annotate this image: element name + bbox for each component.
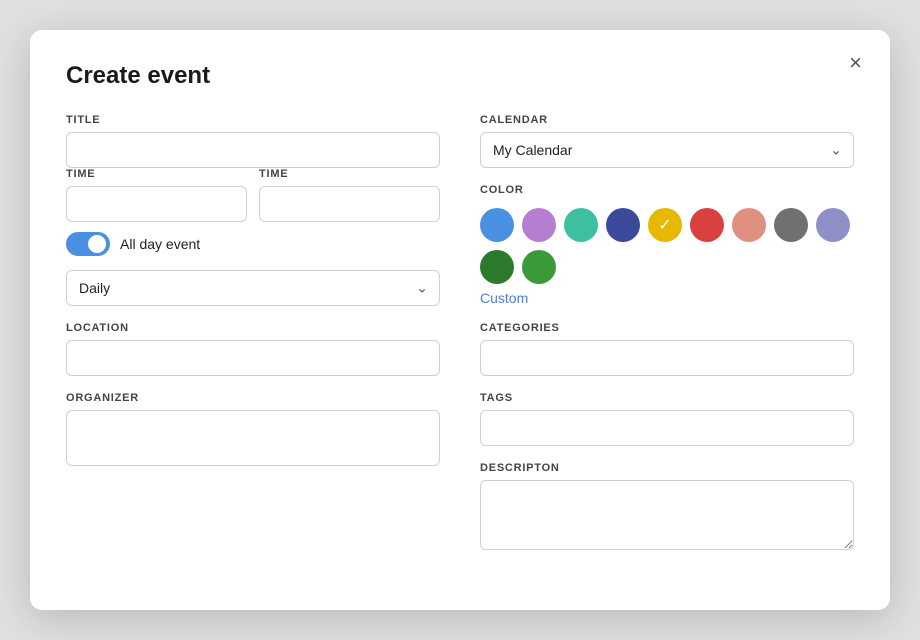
close-button[interactable]: × [849,52,862,74]
color-swatch-teal[interactable] [564,208,598,242]
custom-color-link[interactable]: Custom [480,290,854,306]
modal-title: Create event [66,62,854,90]
title-input[interactable] [66,132,440,168]
repeat-wrapper: Daily Weekly Monthly Yearly Never ⌄ [66,270,440,306]
left-column: TITLE TIME October 24, 2024 TIME October… [66,114,440,550]
color-swatch-red[interactable] [690,208,724,242]
location-label: LOCATION [66,322,440,334]
color-swatch-salmon[interactable] [732,208,766,242]
time-end-input[interactable]: October 24, 2024 [259,186,440,222]
title-label: TITLE [66,114,440,126]
organizer-input[interactable] [66,410,440,466]
description-label: DESCRIPTON [480,462,854,474]
time-start-input[interactable]: October 24, 2024 [66,186,247,222]
repeat-select-wrapper: Daily Weekly Monthly Yearly Never ⌄ [66,270,440,306]
color-swatch-blue[interactable] [480,208,514,242]
categories-label: CATEGORIES [480,322,854,334]
allday-row: All day event [66,232,440,256]
color-swatch-navy[interactable] [606,208,640,242]
tags-label: TAGS [480,392,854,404]
toggle-slider [66,232,110,256]
color-swatch-gold[interactable]: ✓ [648,208,682,242]
color-swatch-dark-green[interactable] [480,250,514,284]
calendar-select-wrapper: My Calendar Work Personal ⌄ [480,132,854,168]
create-event-modal: Create event × TITLE TIME October 24, 20… [30,30,890,610]
right-column: CALENDAR My Calendar Work Personal ⌄ COL… [480,114,854,550]
calendar-label: CALENDAR [480,114,854,126]
organizer-label: ORGANIZER [66,392,440,404]
color-swatches: ✓ [480,208,854,284]
repeat-select[interactable]: Daily Weekly Monthly Yearly Never [66,270,440,306]
color-swatch-purple[interactable] [522,208,556,242]
color-swatch-gray[interactable] [774,208,808,242]
time-row: TIME October 24, 2024 TIME October 24, 2… [66,168,440,222]
time-start-label: TIME [66,168,247,180]
categories-input[interactable] [480,340,854,376]
color-swatch-green[interactable] [522,250,556,284]
allday-toggle[interactable] [66,232,110,256]
calendar-select[interactable]: My Calendar Work Personal [480,132,854,168]
color-swatch-lavender[interactable] [816,208,850,242]
location-input[interactable] [66,340,440,376]
time-end-label: TIME [259,168,440,180]
description-input[interactable] [480,480,854,550]
color-label: COLOR [480,184,854,196]
tags-input[interactable] [480,410,854,446]
allday-label: All day event [120,236,200,252]
